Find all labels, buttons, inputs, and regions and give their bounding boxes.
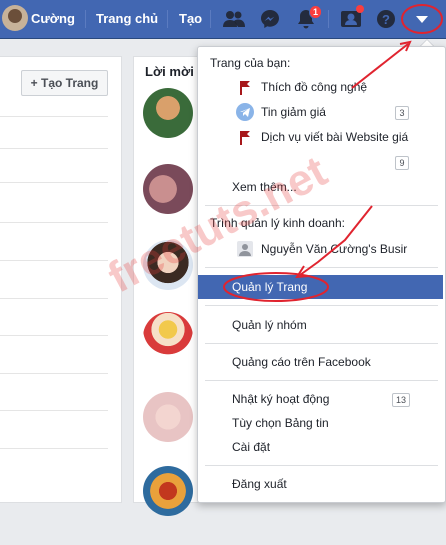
annotation-arrows xyxy=(295,40,412,279)
